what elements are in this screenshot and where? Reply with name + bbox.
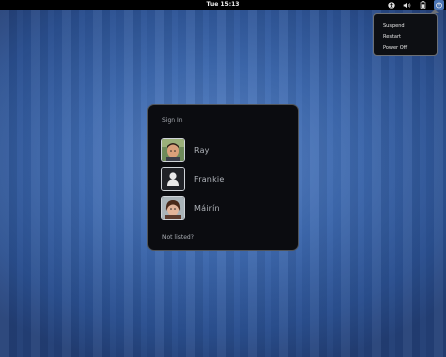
accessibility-icon[interactable]	[386, 0, 396, 10]
generic-person-icon	[161, 167, 185, 191]
sign-in-heading: Sign In	[162, 117, 183, 124]
top-bar: Tue 15:13	[0, 0, 446, 10]
system-menu: Suspend Restart Power Off	[373, 13, 438, 56]
volume-icon[interactable]	[402, 0, 412, 10]
user-item-mairin[interactable]: Máirín	[161, 195, 281, 221]
avatar	[161, 138, 185, 162]
avatar	[161, 196, 185, 220]
user-name: Máirín	[194, 203, 220, 213]
clock[interactable]: Tue 15:13	[0, 0, 446, 10]
not-listed-link[interactable]: Not listed?	[162, 234, 194, 241]
suspend-menu-item[interactable]: Suspend	[374, 21, 437, 32]
restart-menu-item[interactable]: Restart	[374, 32, 437, 43]
user-item-frankie[interactable]: Frankie	[161, 166, 281, 192]
power-off-menu-item[interactable]: Power Off	[374, 43, 437, 54]
battery-icon[interactable]	[418, 0, 428, 10]
login-dialog: Sign In Ray Frankie Máirín Not listed?	[147, 104, 299, 251]
user-item-ray[interactable]: Ray	[161, 137, 281, 163]
user-name: Ray	[194, 145, 210, 155]
user-name: Frankie	[194, 174, 225, 184]
